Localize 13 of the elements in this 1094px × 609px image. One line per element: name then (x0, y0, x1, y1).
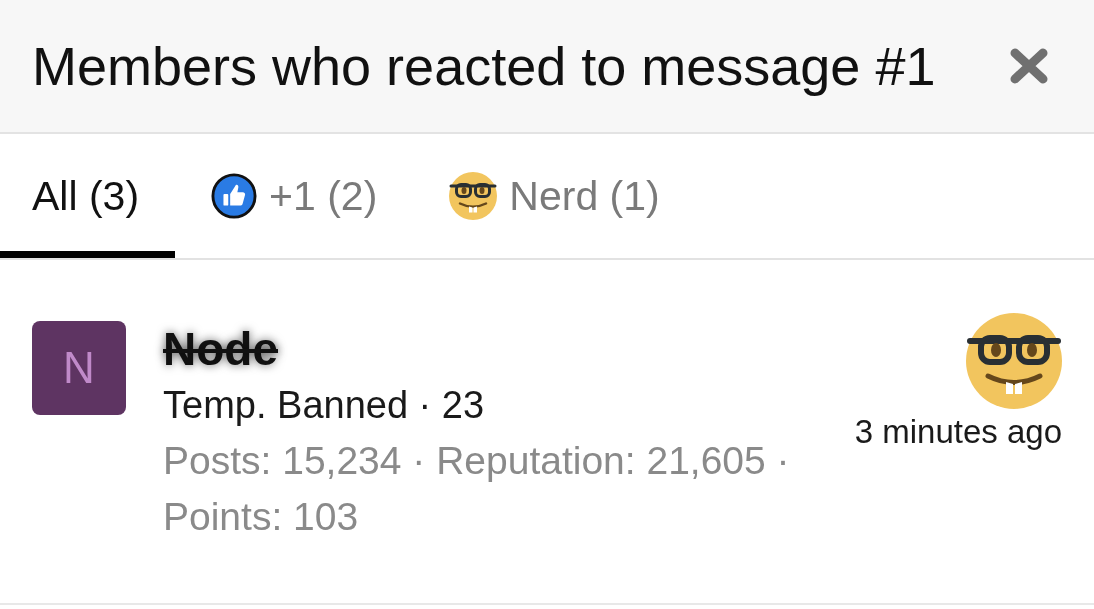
member-title: Temp. Banned · 23 (163, 383, 485, 428)
reaction-time: 3 minutes ago (854, 413, 1062, 451)
dialog-title: Members who reacted to message #1 (32, 35, 936, 97)
reaction-tab[interactable]: All (3) (0, 134, 176, 258)
close-icon (1010, 48, 1048, 84)
nerd-face-icon (966, 313, 1062, 409)
thumbs-up-icon (211, 173, 258, 219)
reaction-tab[interactable]: +1 (2) (175, 134, 414, 258)
nerd-face-icon (449, 172, 498, 220)
avatar: N (32, 321, 126, 415)
reaction-tab[interactable]: Nerd (1) (413, 134, 696, 258)
member-name[interactable]: Node (163, 321, 278, 377)
member-stats: Posts: 15,234 · Reputation: 21,605 · Points: 103 (163, 438, 791, 540)
